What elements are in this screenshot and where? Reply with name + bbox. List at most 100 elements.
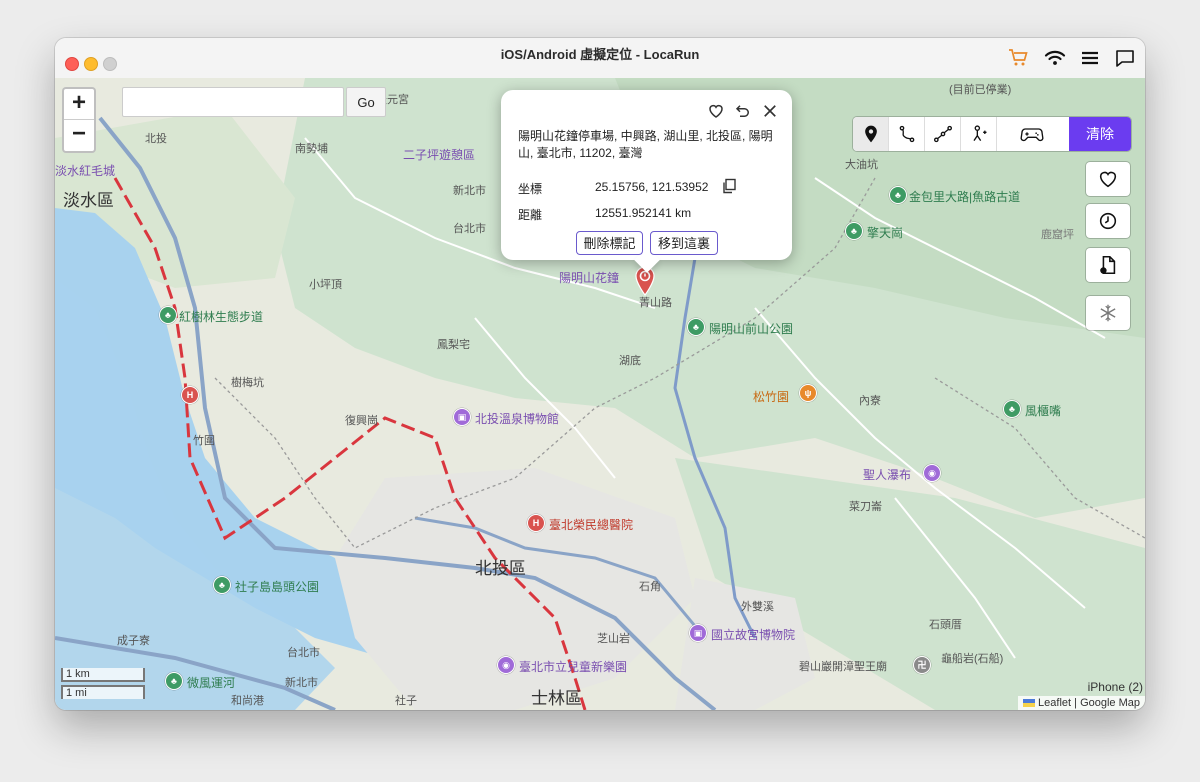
map-label-erziping: 二子坪遊憩區 [403, 148, 476, 162]
leaflet-link[interactable]: Leaflet [1038, 697, 1071, 709]
hospital-icon: H [181, 386, 199, 404]
zoom-control: + − [62, 87, 96, 153]
map-label-luku: 鹿窟坪 [1041, 229, 1074, 241]
favorites-button[interactable] [1086, 162, 1130, 196]
two-point-route-icon [899, 125, 915, 143]
history-button[interactable] [1086, 204, 1130, 238]
import-file-button[interactable] [1086, 248, 1130, 282]
map-label-zhishan: 芝山岩 [597, 633, 630, 645]
map-label-bishan: 碧山巖開漳聖王廟 [799, 661, 887, 673]
museum-icon: ▣ [453, 408, 471, 426]
map-label-zhuwei: 竹圍 [193, 435, 215, 447]
delete-marker-button[interactable]: 刪除標記 [576, 231, 643, 255]
undo-icon[interactable] [734, 102, 752, 120]
map-view[interactable]: 淡水區 北投區 士林區 淡水紅毛城 ♣ 紅樹林生態步道 二子坪遊憩區 新北市 台… [55, 78, 1145, 710]
park-icon: ♣ [213, 576, 231, 594]
gamepad-mode-button[interactable] [997, 117, 1069, 151]
coord-label: 坐標 [518, 182, 543, 196]
multi-point-mode-button[interactable] [925, 117, 961, 151]
location-popup: 陽明山花鐘停車場, 中興路, 湖山里, 北投區, 陽明山, 臺北市, 11202… [501, 90, 792, 273]
attraction-icon: ◉ [923, 464, 941, 482]
map-label-taipei-2: 台北市 [287, 647, 320, 659]
google-map-link[interactable]: Google Map [1080, 697, 1140, 709]
map-label-caidao: 菜刀崙 [849, 501, 882, 513]
temple-icon: 卍 [913, 656, 931, 674]
window-title: iOS/Android 虛擬定位 - LocaRun [500, 47, 700, 62]
menu-icon[interactable] [1078, 46, 1102, 70]
teleport-mode-button[interactable] [853, 117, 889, 151]
map-label-nanshipu: 南勢埔 [295, 143, 328, 155]
map-label-newtaipei-2: 新北市 [285, 677, 318, 689]
joystick-icon [973, 125, 987, 142]
history-icon [1099, 212, 1117, 230]
hospital-icon: H [527, 514, 545, 532]
import-file-icon [1100, 255, 1116, 275]
wifi-icon[interactable] [1043, 46, 1067, 70]
map-label-qingtian: 擎天崗 [867, 226, 904, 240]
map-label-guichuan: 龜船岩(石船) [941, 653, 1004, 665]
map-label-palace-museum: 國立故宮博物院 [711, 628, 796, 642]
map-label-fengli: 鳳梨宅 [437, 339, 470, 351]
clear-button[interactable]: 清除 [1069, 117, 1131, 151]
restaurant-icon: ψ [799, 384, 817, 402]
device-label: iPhone (2) [1087, 680, 1143, 694]
map-label-xiaopingding: 小坪頂 [309, 279, 342, 291]
map-label-tamsui: 淡水區 [63, 191, 114, 210]
copy-icon[interactable] [721, 178, 737, 194]
pin-icon [865, 125, 877, 143]
zoom-out-button[interactable]: − [64, 119, 94, 150]
mode-toolbar: 清除 [853, 117, 1131, 151]
go-button[interactable]: Go [346, 87, 386, 117]
map-label-shijiao: 石角 [639, 581, 661, 593]
attribution-separator: | [1074, 697, 1077, 709]
favorite-heart-icon[interactable] [707, 102, 725, 120]
map-label-chengzi: 成子寮 [117, 635, 150, 647]
map-label-shilin: 士林區 [531, 689, 582, 708]
map-label-beigang: 北投 [145, 133, 167, 145]
map-label-shitouju: 石頭厝 [929, 619, 962, 631]
park-icon: ♣ [687, 318, 705, 336]
park-icon: ♣ [165, 672, 183, 690]
search-input[interactable] [122, 87, 344, 117]
map-label-jingshan: 菁山路 [639, 297, 672, 309]
chat-icon[interactable] [1113, 46, 1137, 70]
app-window: iOS/Android 虛擬定位 - LocaRun 淡水區 北投區 士林區 淡… [55, 38, 1145, 710]
map-label-guandu-park: 社子島島頭公園 [235, 580, 320, 594]
two-point-mode-button[interactable] [889, 117, 925, 151]
map-label-hot-spring-museum: 北投溫泉博物館 [475, 412, 560, 426]
map-label-hudi: 湖底 [619, 355, 641, 367]
close-popup-icon[interactable] [761, 102, 779, 120]
map-label-shumei: 樹梅坑 [231, 377, 264, 389]
map-label-rongzong: 臺北榮民總醫院 [549, 518, 634, 532]
map-label-taipei: 台北市 [453, 223, 486, 235]
trail-icon: ♣ [889, 186, 907, 204]
ukraine-flag-icon [1023, 699, 1036, 708]
move-here-button[interactable]: 移到這裏 [650, 231, 718, 255]
scale-metric: 1 km [61, 668, 145, 682]
map-label-newtaipei: 新北市 [453, 185, 486, 197]
map-label-waishuangxi: 外雙溪 [741, 601, 774, 613]
attraction-icon: ◉ [497, 656, 515, 674]
map-label-red-castle: 淡水紅毛城 [55, 164, 116, 178]
popup-address: 陽明山花鐘停車場, 中興路, 湖山里, 北投區, 陽明山, 臺北市, 11202… [518, 129, 773, 160]
freeze-button[interactable] [1086, 296, 1130, 330]
map-label-datun: 大油坑 [845, 159, 878, 171]
heart-icon [1099, 171, 1117, 188]
museum-icon: ▣ [689, 624, 707, 642]
cart-icon[interactable] [1007, 46, 1031, 70]
coord-value: 25.15756, 121.53952 [595, 180, 709, 194]
joystick-mode-button[interactable] [961, 117, 997, 151]
map-label-neiliao: 內寮 [859, 395, 881, 407]
map-label-flower-clock: 陽明山花鐘 [559, 271, 620, 285]
attraction-icon: ♣ [1003, 400, 1021, 418]
scale-imperial: 1 mi [61, 685, 145, 699]
zoom-in-button[interactable]: + [64, 89, 94, 119]
map-attribution: Leaflet | Google Map [1018, 696, 1145, 710]
map-label-children-park: 臺北市立兒童新樂園 [519, 660, 628, 674]
distance-label: 距離 [518, 208, 543, 222]
multi-point-route-icon [934, 125, 952, 143]
map-label-shengren-falls: 聖人瀑布 [863, 468, 912, 482]
map-label-mangrove: 紅樹林生態步道 [179, 310, 264, 324]
map-label-heshang: 和尚港 [231, 695, 264, 707]
attraction-icon: ♣ [845, 222, 863, 240]
